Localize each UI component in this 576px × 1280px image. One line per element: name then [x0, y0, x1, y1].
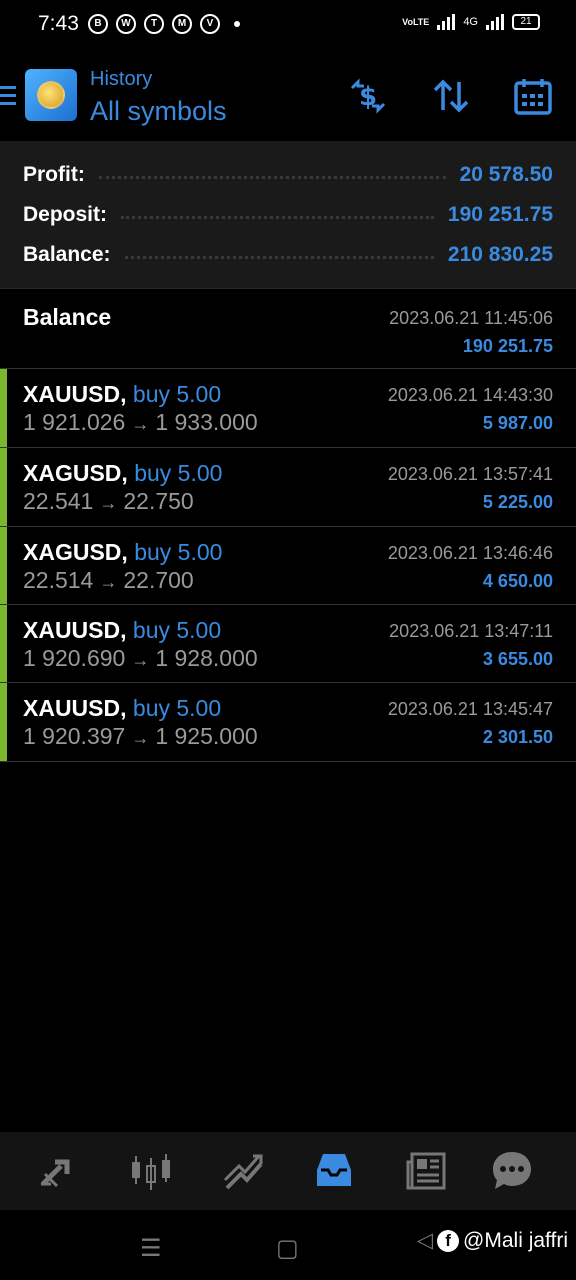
- profit-label: Profit:: [23, 163, 85, 186]
- whatsapp-icon: W: [116, 14, 136, 34]
- balance-value: 210 830.25: [447, 243, 553, 266]
- history-inbox-icon[interactable]: [311, 1148, 357, 1194]
- deal-type: buy 5.00: [132, 695, 222, 721]
- deal-prices: 1 920.397 → 1 925.000: [23, 723, 258, 749]
- deal-row[interactable]: XAGUSD, buy 5.00 22.514 → 22.700 2023.06.2…: [0, 527, 576, 605]
- app-header: History All symbols $: [0, 52, 576, 140]
- balance-row: Balance: 210 830.25: [23, 240, 553, 270]
- deal-profit: 5 987.00: [482, 413, 553, 433]
- b-app-icon: B: [88, 14, 108, 34]
- deal-time: 2023.06.21 13:45:47: [387, 699, 553, 719]
- signal-icon-2: [486, 14, 504, 30]
- recents-icon[interactable]: ☰: [140, 1234, 162, 1263]
- deal-type: buy 5.00: [134, 460, 223, 486]
- deal-profit: 2 301.50: [482, 727, 553, 747]
- deal-time: 2023.06.21 13:46:46: [387, 543, 553, 563]
- deal-prices: 22.541 → 22.750: [23, 488, 194, 514]
- header-title[interactable]: All symbols: [90, 96, 227, 127]
- deal-time: 2023.06.21 13:57:41: [387, 464, 553, 484]
- chart-candles-icon[interactable]: [128, 1148, 174, 1194]
- history-summary: Profit: 20 578.50 Deposit: 190 251.75 Ba…: [0, 141, 576, 289]
- header-subtitle: History: [90, 68, 153, 90]
- watermark-text: @Mali jaffri: [463, 1228, 568, 1252]
- metatrader-logo: [25, 69, 77, 121]
- deal-symbol: XAGUSD, buy 5.00: [23, 460, 223, 486]
- deposit-label: Deposit:: [23, 203, 107, 226]
- deal-type: buy 5.00: [132, 381, 222, 407]
- messages-icon[interactable]: [489, 1148, 535, 1194]
- buy-indicator-bar: [0, 448, 7, 526]
- balance-entry-amount: 190 251.75: [462, 336, 553, 356]
- profit-value: 20 578.50: [459, 163, 553, 186]
- more-dot-icon: [234, 21, 240, 27]
- facebook-icon: f: [437, 1229, 460, 1252]
- deposit-value: 190 251.75: [447, 203, 553, 226]
- system-navigation: ☰ ▢ ◁ f @Mali jaffri: [0, 1210, 576, 1280]
- status-app-icons: B W T M V: [88, 14, 240, 34]
- deal-symbol: XAUUSD, buy 5.00: [23, 617, 222, 643]
- balance-entry-time: 2023.06.21 11:45:06: [389, 308, 553, 328]
- bottom-navigation: [0, 1132, 576, 1210]
- deal-profit: 5 225.00: [482, 492, 553, 512]
- home-icon[interactable]: ▢: [276, 1234, 299, 1263]
- network-type: 4G: [463, 16, 478, 28]
- deal-time: 2023.06.21 14:43:30: [387, 385, 553, 405]
- deal-row[interactable]: XAUUSD, buy 5.00 1 920.397 → 1 925.000 202…: [0, 683, 576, 762]
- watermark: ◁ f @Mali jaffri: [417, 1228, 568, 1253]
- dotted-leader: [121, 215, 434, 219]
- calendar-icon[interactable]: [513, 76, 553, 116]
- buy-indicator-bar: [0, 369, 7, 447]
- deal-row[interactable]: XAUUSD, buy 5.00 1 921.026 → 1 933.000 202…: [0, 369, 576, 448]
- deal-prices: 1 920.690 → 1 928.000: [23, 645, 258, 671]
- sort-icon[interactable]: [431, 76, 471, 116]
- balance-entry-title: Balance: [23, 304, 112, 330]
- deal-type: buy 5.00: [134, 539, 223, 565]
- dotted-leader: [98, 175, 446, 179]
- profit-row: Profit: 20 578.50: [23, 160, 553, 190]
- deal-symbol: XAGUSD, buy 5.00: [23, 539, 223, 565]
- deal-symbol: XAUUSD, buy 5.00: [23, 695, 222, 721]
- deal-profit: 3 655.00: [482, 649, 553, 669]
- video-app-icon: V: [200, 14, 220, 34]
- volte-icon: VoLTE: [402, 16, 430, 27]
- messenger-icon: M: [172, 14, 192, 34]
- buy-indicator-bar: [0, 605, 7, 682]
- deal-type: buy 5.00: [132, 617, 222, 643]
- menu-icon[interactable]: [0, 86, 16, 106]
- quotes-icon[interactable]: [35, 1148, 81, 1194]
- buy-indicator-bar: [0, 683, 7, 761]
- deal-prices: 1 921.026 → 1 933.000: [23, 409, 258, 435]
- deal-time: 2023.06.21 13:47:11: [389, 621, 553, 641]
- deal-profit: 4 650.00: [482, 571, 553, 591]
- signal-icon: [437, 14, 456, 30]
- balance-entry[interactable]: Balance 2023.06.21 11:45:06 190 251.75: [0, 290, 576, 369]
- dotted-leader: [124, 255, 434, 259]
- deal-row[interactable]: XAGUSD, buy 5.00 22.541 → 22.750 2023.06.2…: [0, 448, 576, 527]
- deal-symbol: XAUUSD, buy 5.00: [23, 381, 222, 407]
- dollar-refresh-icon[interactable]: $: [348, 76, 388, 116]
- status-bar: 7:43 B W T M V VoLTE 4G 21: [0, 0, 576, 52]
- deposit-row: Deposit: 190 251.75: [23, 200, 553, 230]
- trade-icon[interactable]: [221, 1148, 267, 1194]
- telegram-icon: T: [144, 14, 164, 34]
- deal-row[interactable]: XAUUSD, buy 5.00 1 920.690 → 1 928.000 202…: [0, 605, 576, 683]
- battery-icon: 21: [512, 14, 540, 30]
- balance-label: Balance:: [23, 243, 111, 266]
- deal-prices: 22.514 → 22.700: [23, 567, 194, 593]
- status-time: 7:43: [38, 12, 79, 35]
- buy-indicator-bar: [0, 527, 7, 604]
- news-icon[interactable]: [404, 1148, 450, 1194]
- back-icon: ◁: [416, 1229, 434, 1252]
- status-indicators: VoLTE 4G 21: [402, 14, 540, 30]
